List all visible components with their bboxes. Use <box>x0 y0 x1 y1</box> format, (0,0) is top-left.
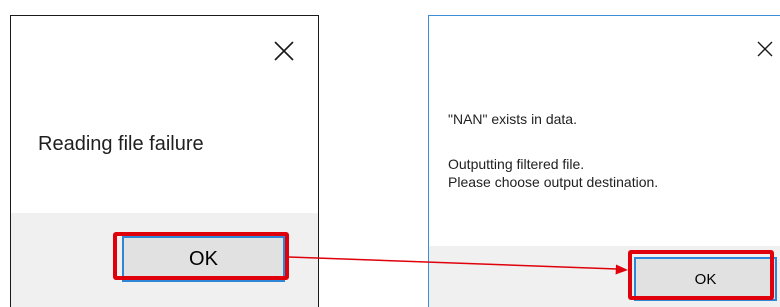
error-message: Reading file failure <box>38 133 204 155</box>
nan-message: "NAN" exists in data. <box>448 111 577 127</box>
nan-warning-dialog: "NAN" exists in data. Outputting filtere… <box>428 15 780 307</box>
ok-button[interactable]: OK <box>122 236 285 282</box>
close-icon[interactable] <box>755 39 775 59</box>
choose-destination-message: Please choose output destination. <box>448 174 659 190</box>
close-icon[interactable] <box>272 39 296 63</box>
ok-button[interactable]: OK <box>634 257 777 301</box>
output-message: Outputting filtered file. <box>448 156 585 172</box>
reading-failure-dialog: Reading file failure OK <box>10 15 319 307</box>
